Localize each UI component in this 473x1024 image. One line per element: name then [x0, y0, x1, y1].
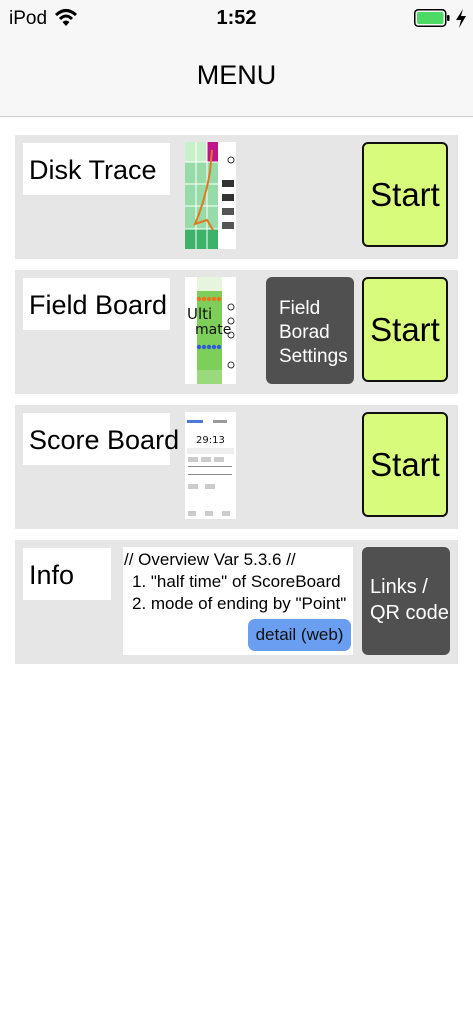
field-board-start-button[interactable]: Start [362, 277, 448, 382]
info-label: Info [29, 560, 75, 590]
disk-trace-thumbnail [185, 142, 236, 249]
settings-line-1: Field [279, 298, 321, 319]
info-label-box: Info [23, 548, 111, 600]
navigation-bar: MENU [0, 36, 473, 117]
settings-line-2: Borad [279, 322, 330, 343]
page-title: MENU [196, 60, 277, 90]
disk-trace-label: Disk Trace [29, 155, 157, 185]
overview-box: // Overview Var 5.3.6 // 1. "half time" … [123, 547, 353, 655]
score-board-card: Score Board 29:13 Start [15, 405, 458, 529]
charging-bolt-icon [456, 9, 466, 28]
field-board-thumbnail: Ulti mate [185, 277, 236, 384]
overview-item-2: 2. mode of ending by "Point" [132, 594, 347, 613]
field-board-thumbnail-text-1: Ulti [187, 305, 212, 323]
score-board-thumbnail: 29:13 [185, 412, 236, 519]
status-bar: iPod 1:52 [0, 0, 473, 36]
field-board-settings-button[interactable]: Field Borad Settings [266, 277, 354, 384]
field-board-label-box: Field Board [23, 278, 170, 330]
field-board-thumbnail-text-2: mate [195, 322, 231, 338]
overview-title: // Overview Var 5.3.6 // [124, 550, 296, 569]
score-board-label: Score Board [29, 425, 180, 455]
links-line-2: QR code [370, 602, 449, 624]
field-board-label: Field Board [29, 290, 168, 320]
overview-item-1: 1. "half time" of ScoreBoard [132, 572, 341, 591]
settings-line-3: Settings [279, 346, 348, 367]
info-card: Info // Overview Var 5.3.6 // 1. "half t… [15, 540, 458, 664]
field-board-card: Field Board Ulti mate Field Borad Settin… [15, 270, 458, 394]
score-board-label-box: Score Board [23, 413, 179, 465]
disk-trace-card: Disk Trace Start [15, 135, 458, 259]
detail-web-button[interactable]: detail (web) [248, 619, 351, 651]
score-board-thumbnail-timer: 29:13 [196, 435, 225, 446]
disk-trace-start-button[interactable]: Start [362, 142, 448, 247]
links-line-1: Links / [370, 576, 428, 598]
battery-icon [414, 9, 450, 27]
disk-trace-label-box: Disk Trace [23, 143, 170, 195]
clock: 1:52 [216, 7, 257, 29]
score-board-start-button[interactable]: Start [362, 412, 448, 517]
links-qr-code-button[interactable]: Links / QR code [362, 547, 450, 655]
